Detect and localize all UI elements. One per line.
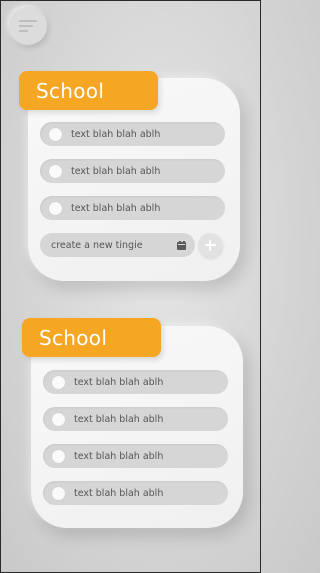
todo-item[interactable]: text blah blah ablh [40, 159, 225, 183]
todo-item-label: text blah blah ablh [71, 128, 161, 140]
menu-lines-icon [19, 19, 37, 33]
menu-button[interactable] [9, 7, 47, 45]
todo-checkbox[interactable] [52, 449, 65, 463]
todo-item[interactable]: text blah blah ablh [43, 444, 228, 468]
todo-checkbox[interactable] [49, 127, 62, 141]
todo-item[interactable]: text blah blah ablh [43, 407, 228, 431]
todo-checkbox[interactable] [49, 164, 62, 178]
plus-icon [204, 239, 216, 251]
todo-checkbox[interactable] [52, 486, 65, 500]
todo-item-label: text blah blah ablh [71, 202, 161, 214]
todo-item[interactable]: text blah blah ablh [43, 481, 228, 505]
todo-item[interactable]: text blah blah ablh [40, 122, 225, 146]
new-item-row: create a new tingie [40, 233, 236, 258]
list-title: School [19, 71, 158, 110]
todo-checkbox[interactable] [49, 201, 62, 215]
todo-item-label: text blah blah ablh [74, 487, 164, 499]
new-item-input[interactable]: create a new tingie [40, 233, 195, 257]
todo-checkbox[interactable] [52, 412, 65, 426]
todo-item-label: text blah blah ablh [74, 413, 164, 425]
todo-item-label: text blah blah ablh [74, 376, 164, 388]
list-title: School [22, 318, 161, 357]
todo-item[interactable]: text blah blah ablh [43, 370, 228, 394]
calendar-icon[interactable] [177, 240, 186, 250]
todo-item-label: text blah blah ablh [74, 450, 164, 462]
add-item-button[interactable] [198, 233, 222, 257]
todo-item[interactable]: text blah blah ablh [40, 196, 225, 220]
new-item-placeholder: create a new tingie [51, 239, 143, 251]
todo-checkbox[interactable] [52, 375, 65, 389]
todo-item-label: text blah blah ablh [71, 165, 161, 177]
